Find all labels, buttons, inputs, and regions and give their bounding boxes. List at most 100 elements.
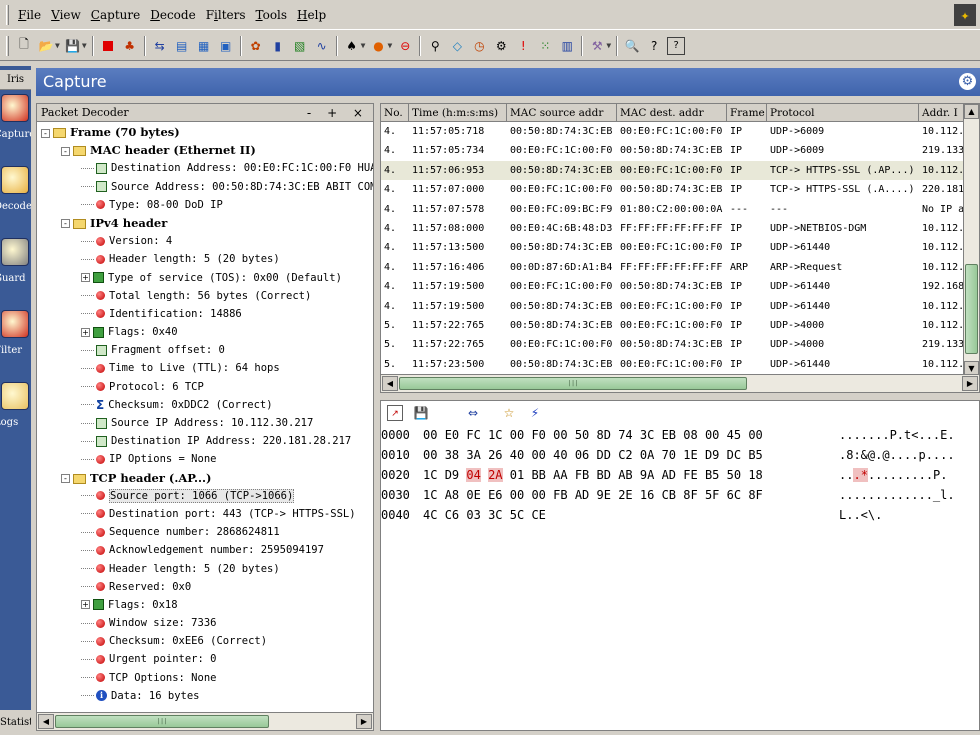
- hex-byte[interactable]: 00: [423, 448, 437, 462]
- capture-filter-icon[interactable]: ♣: [121, 37, 139, 55]
- tree-row[interactable]: - Frame (70 bytes): [37, 123, 373, 141]
- hex-byte[interactable]: 3A: [466, 448, 480, 462]
- hex-byte[interactable]: 06: [575, 448, 589, 462]
- hex-byte[interactable]: 00: [531, 448, 545, 462]
- hex-byte[interactable]: 74: [618, 428, 632, 442]
- hex-byte[interactable]: BB: [531, 468, 545, 482]
- tree-row[interactable]: Header length: 5 (20 bytes): [37, 250, 373, 268]
- hex-byte[interactable]: C2: [618, 448, 632, 462]
- hex-byte[interactable]: 0A: [640, 448, 654, 462]
- hex-byte[interactable]: 08: [683, 428, 697, 442]
- table-row[interactable]: 5. 11:57:22:765 00:E0:FC:1C:00:F0 00:50:8D:…: [381, 335, 979, 354]
- hex-ascii[interactable]: .......P.t<...E.: [839, 425, 955, 445]
- scroll-left-icon[interactable]: ◀: [38, 714, 54, 729]
- tree-row[interactable]: Reserved: 0x0: [37, 578, 373, 596]
- tree-row[interactable]: Urgent pointer: 0: [37, 650, 373, 668]
- collapse-icon[interactable]: -: [61, 219, 70, 229]
- sidebar-logs-icon[interactable]: [1, 382, 29, 410]
- hex-byte[interactable]: AA: [553, 468, 567, 482]
- scrollbar-thumb[interactable]: |||: [399, 377, 747, 390]
- scroll-up-icon[interactable]: ▲: [964, 104, 979, 119]
- packet-view-icon[interactable]: ▤: [173, 37, 191, 55]
- hex-ascii[interactable]: ...*.........P.: [839, 465, 948, 485]
- hex-byte[interactable]: E6: [488, 488, 502, 502]
- hex-byte[interactable]: FE: [683, 468, 697, 482]
- sidebar-item-capture[interactable]: Capture: [0, 129, 31, 140]
- tree-row[interactable]: Type: 08-00 DoD IP: [37, 196, 373, 214]
- hex-byte[interactable]: 70: [662, 448, 676, 462]
- hex-byte[interactable]: D9: [445, 468, 459, 482]
- hex-byte[interactable]: 00: [510, 488, 524, 502]
- hex-byte[interactable]: 6C: [727, 488, 741, 502]
- hex-byte[interactable]: 00: [553, 428, 567, 442]
- tree-row[interactable]: Header length: 5 (20 bytes): [37, 560, 373, 578]
- hex-byte[interactable]: 45: [727, 428, 741, 442]
- host-filter-icon[interactable]: ♠: [343, 37, 361, 55]
- hex-byte[interactable]: 50: [575, 428, 589, 442]
- sidebar-guard-icon[interactable]: [1, 238, 29, 266]
- block-icon[interactable]: ⊖: [396, 37, 414, 55]
- table-row[interactable]: 4. 11:57:08:000 00:E0:4C:6B:48:D3 FF:FF:FF:…: [381, 219, 979, 238]
- network-bytes-icon[interactable]: ⚡: [527, 405, 543, 421]
- width-toggle-icon[interactable]: ⇔: [465, 405, 481, 421]
- hex-byte[interactable]: 9E: [597, 488, 611, 502]
- column-header-fr[interactable]: Frame: [727, 104, 767, 121]
- scroll-right-icon[interactable]: ▶: [356, 714, 372, 729]
- protocol-filter-icon[interactable]: ●: [369, 37, 387, 55]
- tools-icon[interactable]: ⚒: [588, 37, 606, 55]
- tree-row[interactable]: - MAC header (Ethernet II): [37, 141, 373, 159]
- hex-byte[interactable]: AB: [618, 468, 632, 482]
- whats-this-icon[interactable]: ?: [645, 37, 663, 55]
- protocol-filter-dropdown-icon[interactable]: ▼: [387, 41, 392, 50]
- column-header-time[interactable]: Time (h:m:s:ms): [409, 104, 507, 121]
- network-icon[interactable]: ⁙: [536, 37, 554, 55]
- menu-item-Tools[interactable]: Tools: [251, 6, 293, 24]
- hex-byte[interactable]: 40: [553, 448, 567, 462]
- panel-settings-icon[interactable]: ⚙: [959, 73, 976, 90]
- hex-bytes[interactable]: 00 E0 FC 1C 00 F0 00 50 8D 74 3C EB 08 0…: [423, 425, 763, 445]
- hex-byte[interactable]: CE: [531, 508, 545, 522]
- hex-byte[interactable]: 1C: [423, 488, 437, 502]
- hex-byte[interactable]: 2A: [488, 468, 503, 482]
- help-icon[interactable]: ?: [667, 36, 686, 55]
- hex-byte[interactable]: 03: [466, 508, 480, 522]
- hex-byte[interactable]: B5: [748, 448, 762, 462]
- report-icon[interactable]: ▥: [558, 37, 576, 55]
- sidebar-capture-icon[interactable]: [1, 94, 29, 122]
- open-folder-icon[interactable]: 📂: [37, 37, 55, 55]
- hex-byte[interactable]: 00: [748, 428, 762, 442]
- hex-byte[interactable]: 1C: [423, 468, 437, 482]
- host-filter-dropdown-icon[interactable]: ▼: [361, 41, 366, 50]
- hex-byte[interactable]: FB: [553, 488, 567, 502]
- menu-item-Filters[interactable]: Filters: [201, 6, 251, 24]
- table-row[interactable]: 4. 11:57:07:000 00:E0:FC:1C:00:F0 00:50:8D:…: [381, 180, 979, 199]
- tree-row[interactable]: Destination IP Address: 220.181.28.217: [37, 432, 373, 450]
- hex-bytes[interactable]: 1C D9 04 2A 01 BB AA FB BD AB 9A AD FE B…: [423, 465, 763, 485]
- sidebar-item-statistics[interactable]: Statistics: [0, 710, 31, 735]
- find-bytes-icon[interactable]: ☆: [501, 405, 517, 421]
- scrollbar-thumb[interactable]: |||: [55, 715, 269, 728]
- alert-icon[interactable]: !: [514, 37, 532, 55]
- column-header-dst[interactable]: MAC dest. addr: [617, 104, 727, 121]
- save-icon[interactable]: 💾: [64, 37, 82, 55]
- hex-byte[interactable]: DD: [597, 448, 611, 462]
- collapse-icon[interactable]: -: [61, 146, 70, 156]
- hex-byte[interactable]: 5F: [705, 488, 719, 502]
- tree-row[interactable]: Sequence number: 2868624811: [37, 523, 373, 541]
- hex-byte[interactable]: 8F: [748, 488, 762, 502]
- hex-byte[interactable]: EB: [662, 428, 676, 442]
- tree-row[interactable]: - TCP header (.AP...): [37, 469, 373, 487]
- tree-row[interactable]: i Data: 16 bytes: [37, 687, 373, 705]
- hex-byte[interactable]: 18: [748, 468, 762, 482]
- hex-byte[interactable]: 3C: [640, 428, 654, 442]
- table-row[interactable]: 4. 11:57:05:718 00:50:8D:74:3C:EB 00:E0:FC:…: [381, 122, 979, 141]
- hex-byte[interactable]: AD: [662, 468, 676, 482]
- hex-byte[interactable]: 8F: [683, 488, 697, 502]
- tree-row[interactable]: Protocol: 6 TCP: [37, 378, 373, 396]
- new-file-icon[interactable]: 🗋: [15, 37, 33, 55]
- table-row[interactable]: 4. 11:57:05:734 00:E0:FC:1C:00:F0 00:50:8D:…: [381, 141, 979, 160]
- table-row[interactable]: 4. 11:57:07:578 00:E0:FC:09:BC:F9 01:80:C2:…: [381, 200, 979, 219]
- menu-item-View[interactable]: View: [46, 6, 86, 24]
- hex-byte[interactable]: 3C: [488, 508, 502, 522]
- hex-byte[interactable]: 00: [531, 488, 545, 502]
